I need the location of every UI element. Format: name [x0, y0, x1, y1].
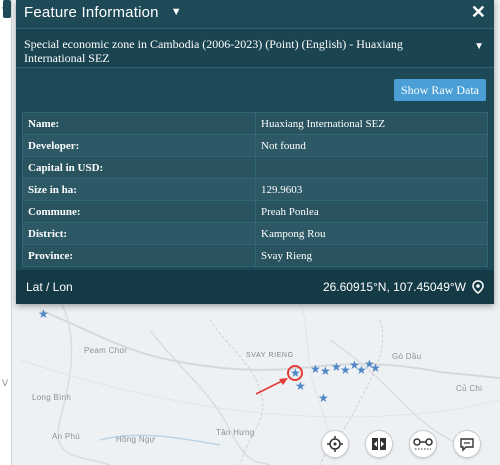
attribute-key: Developer:	[22, 134, 256, 157]
chat-icon	[460, 438, 474, 452]
sez-marker[interactable]: ★	[38, 308, 49, 320]
map-label-svay-rieng: SVAY RIENG	[246, 352, 294, 359]
map-label-an-phu: An Phú	[52, 432, 81, 441]
sez-marker[interactable]: ★	[320, 365, 331, 377]
attribute-value: Preah Ponlea	[255, 200, 488, 223]
map-label-hong-ngu: Hồng Ngự	[116, 435, 156, 444]
sez-marker[interactable]: ★	[295, 380, 306, 392]
panel-header: Feature Information ▼	[16, 0, 494, 24]
pointer-arrow-icon	[255, 378, 288, 395]
latlon-bar: Lat / Lon 26.60915°N, 107.45049°W	[16, 270, 494, 304]
compare-button[interactable]	[365, 430, 393, 458]
show-raw-data-button[interactable]: Show Raw Data	[394, 79, 486, 101]
attribute-value: 129.9603	[255, 178, 488, 201]
table-row: District: Kampong Rou	[22, 222, 488, 245]
chevron-down-icon[interactable]: ▼	[171, 6, 182, 18]
table-row: Capital in USD:	[22, 156, 488, 179]
attribute-key: Capital in USD:	[22, 156, 256, 179]
feature-info-panel: Feature Information ▼ ✕ Special economic…	[3, 0, 494, 304]
close-icon[interactable]: ✕	[471, 2, 486, 23]
measure-button[interactable]	[409, 430, 437, 458]
layer-selector[interactable]: Special economic zone in Cambodia (2006-…	[16, 28, 494, 68]
attribute-value: Not found	[255, 134, 488, 157]
feedback-button[interactable]	[453, 430, 481, 458]
map-label-cu-chi: Củ Chi	[456, 384, 483, 393]
map-label-long-binh: Long Bình	[32, 393, 72, 402]
map-label-go-dau: Gò Dầu	[392, 352, 422, 361]
crosshair-icon	[327, 436, 343, 452]
layer-selector-value: Special economic zone in Cambodia (2006-…	[24, 37, 403, 65]
sez-marker[interactable]: ★	[370, 362, 381, 374]
raw-data-bar: Show Raw Data	[16, 68, 494, 108]
locate-button[interactable]	[321, 430, 349, 458]
panel-edge-tab	[3, 0, 11, 18]
attribute-value	[255, 156, 488, 179]
attribute-key: Commune:	[22, 200, 256, 223]
attribute-key: District:	[22, 222, 256, 245]
map-label-tan-hung: Tân Hưng	[216, 428, 255, 437]
latlon-value: 26.60915°N, 107.45049°W	[322, 280, 466, 294]
location-pin-icon[interactable]	[472, 280, 484, 294]
table-row: Province: Svay Rieng	[22, 244, 488, 267]
attribute-key: Province:	[22, 244, 256, 267]
latlon-label: Lat / Lon	[26, 280, 73, 294]
attribute-key: Name:	[22, 112, 256, 135]
attribute-key: Size in ha:	[22, 178, 256, 201]
attribute-value: Kampong Rou	[255, 222, 488, 245]
map-label-peam-chor: Peam Chor	[84, 346, 128, 355]
attribute-value: Svay Rieng	[255, 244, 488, 267]
split-view-icon	[372, 438, 386, 450]
chevron-down-icon: ▼	[474, 41, 484, 52]
sez-marker[interactable]: ★	[318, 392, 329, 404]
table-row: Developer: Not found	[22, 134, 488, 157]
attribute-table: Name: Huaxiang International SEZ Developer…	[22, 112, 488, 267]
measure-icon	[413, 438, 433, 450]
table-row: Size in ha: 129.9603	[22, 178, 488, 201]
left-edge-strip: v V	[0, 0, 12, 465]
table-row: Name: Huaxiang International SEZ	[22, 112, 488, 135]
table-row: Commune: Preah Ponlea	[22, 200, 488, 223]
panel-title: Feature Information	[24, 3, 159, 21]
edge-mark-lower: V	[2, 378, 9, 388]
attribute-value: Huaxiang International SEZ	[255, 112, 488, 135]
